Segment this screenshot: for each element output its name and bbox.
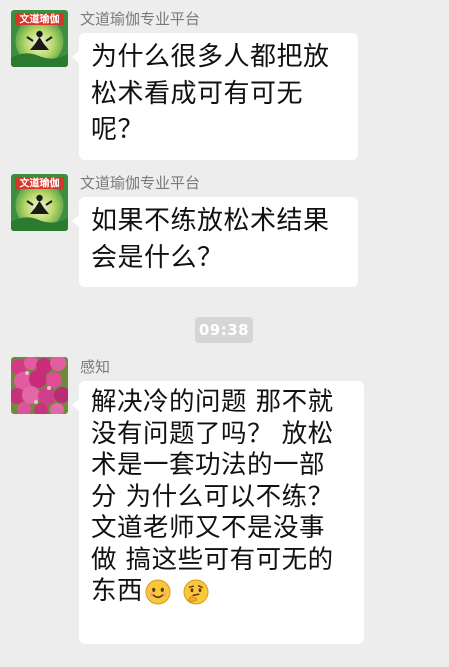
- message-line: 如果不练放松术结果: [91, 206, 330, 236]
- flower-photo-icon: [11, 357, 68, 414]
- message-text: 东西: [91, 576, 144, 606]
- thinking-face-emoji-icon: [183, 579, 209, 614]
- message-line: 会是什么？: [91, 242, 224, 273]
- message-line: 文道老师又不是没事: [91, 513, 326, 543]
- sender-name: 文道瑜伽专业平台: [80, 10, 201, 28]
- avatar-user-ganzhi[interactable]: [11, 357, 68, 414]
- timestamp: 09:38: [195, 317, 253, 343]
- avatar-yoga-platform[interactable]: 文道瑜伽: [11, 174, 68, 231]
- message-line: 呢？: [91, 115, 145, 145]
- avatar-logo-text: 文道瑜伽: [20, 177, 60, 190]
- message-line: 没有问题了吗？ 放松: [91, 418, 334, 449]
- sender-name: 感知: [80, 358, 111, 376]
- message-line: 分 为什么可以不练？: [91, 481, 334, 512]
- message-line: 术是一套功法的一部: [91, 450, 326, 480]
- message-bubble[interactable]: 解决冷的问题 那不就 没有问题了吗？ 放松 术是一套功法的一部 分 为什么可以不…: [72, 381, 364, 644]
- chat-window: 文道瑜伽 文道瑜伽专业平台 为什么很多人都把放 松术看成可有可无 呢？ 文道瑜伽…: [0, 0, 449, 667]
- avatar-logo-text: 文道瑜伽: [20, 13, 60, 26]
- message-line-last: 东西: [91, 576, 352, 614]
- message-bubble[interactable]: 如果不练放松术结果 会是什么？: [72, 197, 358, 287]
- message-line: 解决冷的问题 那不就: [91, 387, 334, 417]
- message-line: 松术看成可有可无: [91, 78, 304, 109]
- smiling-face-emoji-icon: [145, 579, 171, 614]
- avatar-yoga-platform[interactable]: 文道瑜伽: [11, 10, 68, 67]
- message-bubble[interactable]: 为什么很多人都把放 松术看成可有可无 呢？: [72, 33, 358, 160]
- message-line: 为什么很多人都把放: [91, 42, 330, 72]
- yoga-logo-icon: 文道瑜伽: [11, 174, 68, 231]
- yoga-logo-icon: 文道瑜伽: [11, 10, 68, 67]
- sender-name: 文道瑜伽专业平台: [80, 174, 201, 192]
- message-line: 做 搞这些可有可无的: [91, 544, 334, 575]
